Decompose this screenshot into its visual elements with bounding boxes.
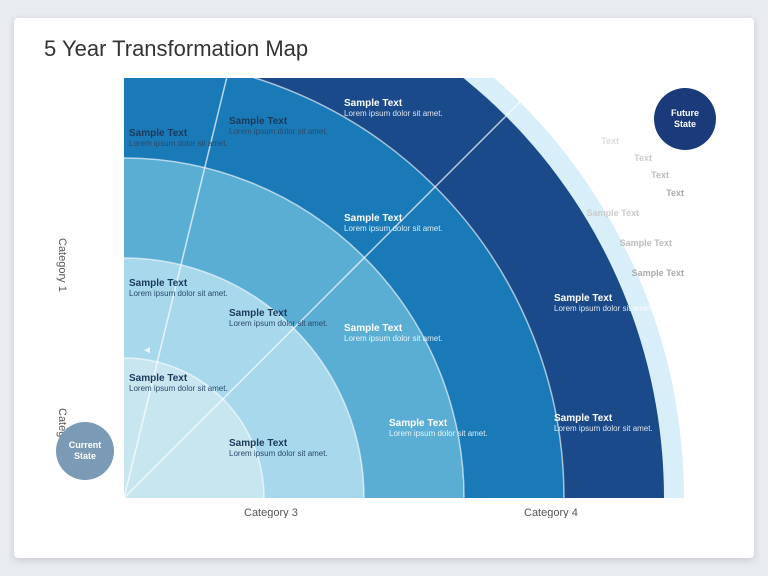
right-label-6: Sample Text [620,238,672,248]
sector-text-7: Sample Text Lorem ipsum dolor sit amet. [344,323,443,344]
chart-area: ◄ Category 1 Category 2 Category 3 Categ… [34,78,734,518]
sector-text-3: Sample Text Lorem ipsum dolor sit amet. [229,116,328,137]
right-label-4: Text [666,188,684,198]
svg-text:Category 4: Category 4 [524,507,578,518]
svg-text:◄: ◄ [142,345,152,356]
sector-text-2: Sample Text Lorem ipsum dolor sit amet. [129,278,228,299]
sector-text-5: Sample Text Lorem ipsum dolor sit amet. [344,213,443,234]
right-label-3: Text [651,170,669,180]
right-label-7: Sample Text [632,268,684,278]
sector-text-6: Sample Text Lorem ipsum dolor sit amet. [229,308,328,329]
sector-text-1: Sample Text Lorem ipsum dolor sit amet. [129,128,228,149]
current-state-badge: Current State [56,422,114,480]
right-label-2: Text [634,153,652,163]
sector-text-12: Sample Text Lorem ipsum dolor sit amet. [554,413,653,434]
svg-text:Category 1: Category 1 [56,238,68,292]
future-state-badge: Future State [654,88,716,150]
sector-text-9: Sample Text Lorem ipsum dolor sit amet. [229,438,328,459]
sector-text-4: Sample Text Lorem ipsum dolor sit amet. [344,98,443,119]
right-label-5: Sample Text [587,208,639,218]
right-label-1: Text [601,136,619,146]
svg-text:Category 3: Category 3 [244,507,298,518]
slide: 5 Year Transformation Map [14,18,754,558]
sector-text-11: Sample Text Lorem ipsum dolor sit amet. [554,293,653,314]
page-title: 5 Year Transformation Map [44,36,308,62]
sector-text-8: Sample Text Lorem ipsum dolor sit amet. [129,373,228,394]
sector-text-10: Sample Text Lorem ipsum dolor sit amet. [389,418,488,439]
